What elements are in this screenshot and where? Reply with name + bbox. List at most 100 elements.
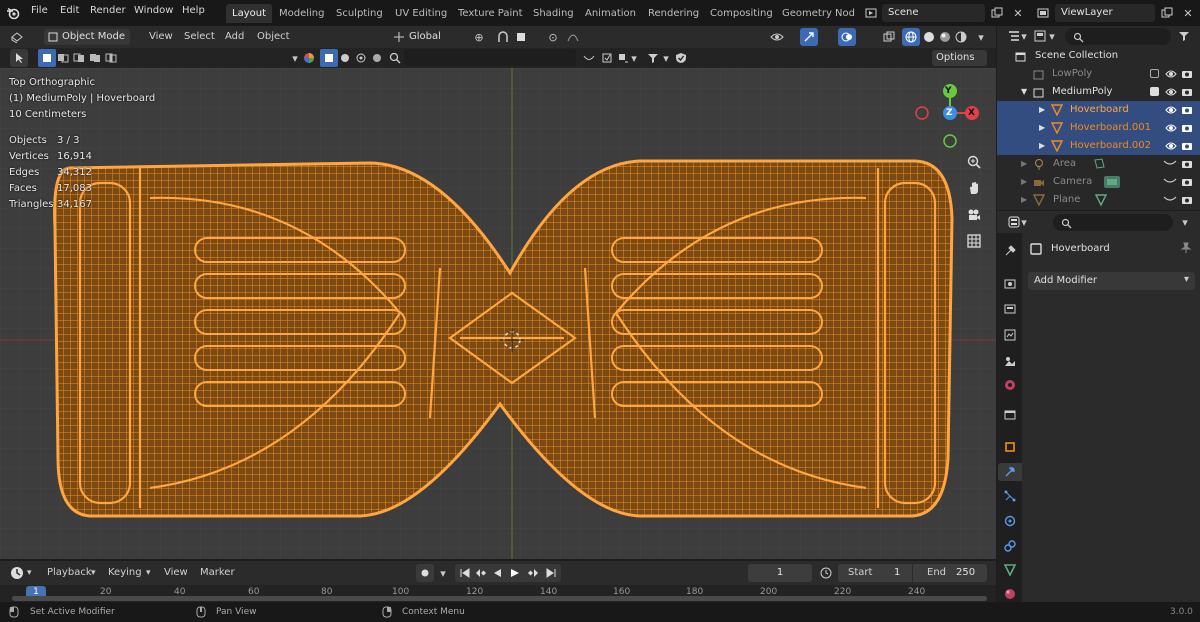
outliner-row-hoverboard-001[interactable]: ▶ Hoverboard.001 (997, 119, 1200, 137)
keying-arrow-icon[interactable]: ▾ (146, 565, 151, 581)
end-frame-field[interactable]: End 250 (913, 564, 987, 582)
pan-hand-icon[interactable] (964, 178, 984, 198)
outliner-filter-icon[interactable] (1175, 27, 1193, 45)
menu-view[interactable]: View (149, 29, 173, 45)
menu-keying[interactable]: Keying (108, 565, 142, 581)
outliner-row-area[interactable]: ▶ Area (997, 155, 1200, 173)
tab-data-icon[interactable] (1001, 561, 1019, 579)
options-dropdown[interactable]: Options (932, 50, 987, 66)
tab-material-icon[interactable] (1001, 585, 1019, 603)
expand-arrow-icon[interactable]: ▶ (1039, 101, 1045, 119)
new-scene-icon[interactable] (988, 4, 1006, 22)
outliner-row-plane[interactable]: ▶ Plane (997, 191, 1200, 209)
xray-toggle-icon[interactable] (880, 28, 898, 46)
visibility-icon[interactable] (768, 28, 786, 46)
expand-arrow-icon[interactable]: ▼ (1021, 83, 1027, 101)
shading-options-icon[interactable]: ▾ (972, 28, 990, 46)
timeline-scrollbar[interactable] (12, 596, 987, 601)
overlays-toggle-icon[interactable] (838, 28, 856, 46)
snap-icon[interactable] (494, 28, 512, 46)
scene-selector[interactable]: Scene (882, 4, 985, 22)
eye-closed-icon[interactable] (1163, 193, 1177, 211)
add-modifier-dropdown[interactable]: Add Modifier ▾ (1028, 272, 1195, 290)
search-input[interactable] (404, 49, 576, 66)
wireframe-shading-icon[interactable] (902, 28, 920, 46)
properties-editor-dropdown-icon[interactable]: ▾ (1019, 213, 1029, 231)
expand-arrow-icon[interactable]: ▶ (1039, 137, 1045, 155)
expand-arrow-icon[interactable]: ▶ (1021, 155, 1027, 173)
start-frame-field[interactable]: Start 1 (838, 564, 912, 582)
outliner-editor-dropdown-icon[interactable]: ▾ (1019, 27, 1029, 45)
outliner-row-scene-collection[interactable]: Scene Collection (997, 47, 1200, 65)
menu-object[interactable]: Object (257, 29, 290, 45)
menu-timeline-view[interactable]: View (164, 565, 188, 581)
filter-dropdown-icon[interactable]: ▾ (660, 49, 672, 67)
tab-sculpting[interactable]: Sculpting (330, 4, 389, 23)
select-intersect-icon[interactable] (102, 49, 120, 67)
expand-arrow-icon[interactable]: ▶ (1021, 173, 1027, 191)
gizmo-toggle-icon[interactable] (800, 28, 818, 46)
tab-uv-editing[interactable]: UV Editing (389, 4, 453, 23)
menu-marker[interactable]: Marker (200, 565, 235, 581)
zoom-icon[interactable] (964, 152, 984, 172)
expand-arrow-icon[interactable]: ▶ (1021, 191, 1027, 209)
tab-object-icon[interactable] (1001, 438, 1019, 456)
menu-edit[interactable]: Edit (60, 5, 79, 16)
menu-file[interactable]: File (31, 5, 48, 16)
preview-range-icon[interactable] (817, 564, 835, 582)
pin-icon[interactable] (1180, 242, 1192, 257)
dropdown-arrow-icon[interactable]: ▾ (628, 49, 640, 67)
orientation-dropdown[interactable]: Global (405, 29, 453, 45)
timeline-editor-icon[interactable] (8, 564, 26, 582)
menu-help[interactable]: Help (182, 5, 205, 16)
shield-icon[interactable] (672, 49, 690, 67)
outliner-row-camera[interactable]: ▶ Camera (997, 173, 1200, 191)
tab-compositing[interactable]: Compositing (704, 4, 779, 23)
play-icon[interactable] (506, 564, 524, 582)
record-icon[interactable] (416, 564, 434, 582)
menu-render[interactable]: Render (90, 5, 126, 16)
editor-dropdown-arrow[interactable]: ▾ (27, 565, 32, 581)
menu-add[interactable]: Add (225, 29, 244, 45)
camera-icon[interactable] (1181, 194, 1193, 212)
play-reverse-icon[interactable] (488, 564, 506, 582)
tab-rendering[interactable]: Rendering (642, 4, 705, 23)
new-view-layer-icon[interactable] (1158, 4, 1176, 22)
3d-viewport[interactable]: Y X Z Top Orthographic (1) MediumPoly | … (0, 68, 996, 559)
outliner-row-hoverboard[interactable]: ▶ Hoverboard (997, 101, 1200, 119)
camera-view-icon[interactable] (964, 205, 984, 225)
outliner-row-hoverboard-002[interactable]: ▶ Hoverboard.002 (997, 137, 1200, 155)
outliner-search-input[interactable] (1065, 28, 1171, 45)
menu-window[interactable]: Window (134, 5, 173, 16)
tab-modifier-icon[interactable] (998, 463, 1022, 481)
tab-collection-icon[interactable] (1001, 406, 1019, 424)
delete-view-layer-icon[interactable]: ✕ (1179, 4, 1197, 22)
tab-texture-paint[interactable]: Texture Paint (452, 4, 529, 23)
tab-render-icon[interactable] (1001, 274, 1019, 292)
properties-options-icon[interactable]: ▾ (1179, 213, 1191, 231)
next-keyframe-icon[interactable] (524, 564, 542, 582)
select-tool-icon[interactable] (10, 49, 28, 67)
tab-geometry-nodes[interactable]: Geometry Nod (776, 4, 861, 23)
view-layer-icon[interactable] (1034, 4, 1052, 22)
grid-ortho-icon[interactable] (964, 231, 984, 251)
filter-a-icon[interactable] (580, 49, 598, 67)
editor-type-icon[interactable] (8, 28, 26, 46)
tab-particles-icon[interactable] (1001, 487, 1019, 505)
tab-output-icon[interactable] (1001, 300, 1019, 318)
record-dropdown-icon[interactable]: ▾ (438, 564, 448, 582)
tab-constraints-icon[interactable] (1001, 537, 1019, 555)
jump-end-icon[interactable] (542, 564, 560, 582)
falloff-icon[interactable] (564, 28, 582, 46)
tab-shading[interactable]: Shading (527, 4, 580, 23)
snap-target-icon[interactable] (512, 28, 530, 46)
timeline-ruler[interactable]: 1 20 40 60 80 100 120 140 160 180 200 22… (0, 585, 996, 602)
rendered-shading-icon[interactable] (952, 28, 970, 46)
blender-logo-icon[interactable] (4, 4, 22, 22)
view-layer-selector[interactable]: ViewLayer (1055, 4, 1155, 22)
exclude-checkbox[interactable] (1150, 69, 1159, 78)
tab-tool-icon[interactable] (1001, 242, 1019, 260)
outliner-row-mediumpoly[interactable]: ▼ MediumPoly (997, 83, 1200, 101)
tab-view-layer-icon[interactable] (1001, 326, 1019, 344)
playback-arrow-icon[interactable]: ▾ (91, 565, 96, 581)
